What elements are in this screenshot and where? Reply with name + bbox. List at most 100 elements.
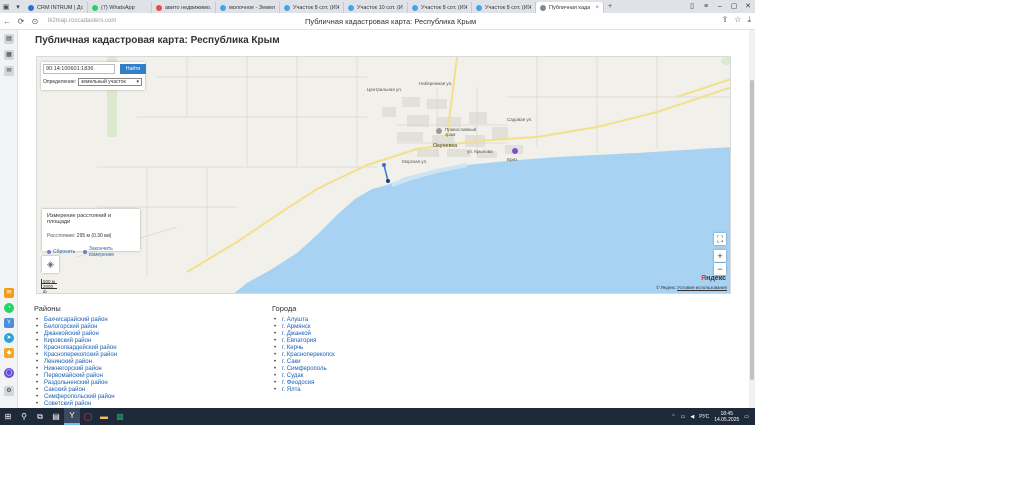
taskbar-app[interactable]: ▬: [96, 408, 112, 425]
alice-icon[interactable]: ◯: [4, 368, 14, 378]
tray-arrow-icon[interactable]: ⌃: [671, 414, 675, 420]
district-link[interactable]: Белогорский район: [34, 324, 117, 331]
church-marker[interactable]: [436, 128, 442, 134]
yandex-icon[interactable]: Y: [4, 318, 14, 328]
menu-icon[interactable]: ≡: [699, 0, 713, 13]
district-link[interactable]: Раздольненский район: [34, 380, 117, 387]
sidebar-calendar-icon[interactable]: ▦: [4, 50, 14, 60]
taskbar-app[interactable]: ▤: [48, 408, 64, 425]
poi-marker[interactable]: [512, 148, 518, 154]
sidebar-app-icon[interactable]: ▤: [4, 34, 14, 44]
share-icon[interactable]: ⇪: [722, 15, 729, 25]
back-icon[interactable]: ←: [0, 17, 14, 26]
start-button[interactable]: ⊞: [0, 408, 16, 425]
district-link[interactable]: Красноперекопский район: [34, 352, 117, 359]
browser-tab[interactable]: Участок 8 сот. (ИЖС: [472, 2, 536, 13]
bookmark-icon[interactable]: ▯: [685, 0, 699, 13]
city-link[interactable]: г. Армянск: [272, 324, 335, 331]
layers-button[interactable]: ◈: [42, 256, 59, 273]
church-label: Православный храм: [445, 127, 477, 137]
minimize-button[interactable]: –: [713, 0, 727, 13]
browser-tab[interactable]: (7) WhatsApp: [88, 2, 152, 13]
browser-tab[interactable]: молочное - Земель...: [216, 2, 280, 13]
definition-select[interactable]: земельный участок ▾: [78, 78, 143, 86]
city-link[interactable]: г. Симферополь: [272, 366, 335, 373]
browser-tab[interactable]: Участок 8 сот. (ИЖС: [280, 2, 344, 13]
tab-favicon-icon: [156, 4, 162, 11]
browser-tab[interactable]: Участок 8 сот. (ИЖ: [408, 2, 472, 13]
cadastral-number-input[interactable]: [43, 64, 115, 74]
city-link[interactable]: г. Феодосия: [272, 380, 335, 387]
browser-tab[interactable]: CRM INTRUM | Дом: [24, 2, 88, 13]
zoom-in-button[interactable]: +: [714, 250, 726, 262]
network-icon[interactable]: ▭: [681, 414, 686, 420]
terms-link[interactable]: Условия использования: [677, 285, 727, 290]
district-link[interactable]: Красногвардейский район: [34, 345, 117, 352]
search-button[interactable]: ⚲: [16, 408, 32, 425]
city-link[interactable]: г. Алушта: [272, 317, 335, 324]
taskbar-app[interactable]: ▩: [112, 408, 128, 425]
map-canvas[interactable]: [37, 57, 731, 294]
cadastral-map[interactable]: Набережная ул. Центральная ул. ул. Крыло…: [36, 56, 731, 294]
telegram-icon[interactable]: ➤: [4, 333, 14, 343]
city-link[interactable]: г. Саки: [272, 359, 335, 366]
measure-end-point[interactable]: [386, 179, 390, 183]
clock[interactable]: 18:45 14.05.2025: [714, 411, 739, 423]
district-link[interactable]: Джанкойский район: [34, 331, 117, 338]
taskbar-app[interactable]: ◯: [80, 408, 96, 425]
tab-list-icon[interactable]: ▾: [12, 0, 24, 13]
restore-button[interactable]: ▢: [727, 0, 741, 13]
city-link[interactable]: г. Ялта: [272, 387, 335, 394]
district-link[interactable]: Сакский район: [34, 387, 117, 394]
city-link[interactable]: г. Джанкой: [272, 331, 335, 338]
find-button[interactable]: Найти: [120, 64, 146, 74]
sidebar-settings-icon[interactable]: ⚙: [4, 386, 14, 396]
whatsapp-icon[interactable]: ◔: [4, 303, 14, 313]
download-icon[interactable]: ⤓: [747, 15, 751, 25]
browser-menu-icon[interactable]: ▣: [0, 0, 12, 13]
task-view-button[interactable]: ⧉: [32, 408, 48, 425]
sidebar-message-icon[interactable]: ✉: [4, 66, 14, 76]
notifications-icon[interactable]: ▭: [744, 414, 749, 420]
url-field[interactable]: lk2map.roscadasters.com: [48, 18, 268, 24]
measure-reset-label: Сбросить: [53, 249, 76, 255]
sidebar-games-icon[interactable]: ◆: [4, 348, 14, 358]
taskbar-app-yandex-browser[interactable]: Y: [64, 408, 80, 425]
scroll-thumb[interactable]: [750, 80, 754, 380]
street-label: Центральная ул.: [367, 87, 403, 92]
favorite-icon[interactable]: ☆: [734, 15, 741, 25]
district-link[interactable]: Кировский район: [34, 338, 117, 345]
yandex-browser-icon: Y: [69, 411, 75, 420]
zoom-out-button[interactable]: −: [714, 263, 726, 275]
city-link[interactable]: г. Красноперекопск: [272, 352, 335, 359]
measure-finish-button[interactable]: Закончить измерение: [83, 246, 135, 258]
browser-tab[interactable]: Участок 10 сот. (ИЖ: [344, 2, 408, 13]
city-link[interactable]: г. Евпатория: [272, 338, 335, 345]
district-link[interactable]: Нижнегорский район: [34, 366, 117, 373]
tab-favicon-icon: [220, 4, 226, 11]
reset-icon: [47, 250, 51, 254]
poi-label: Бриз: [507, 157, 518, 162]
tab-label: авито недвижимо...: [165, 4, 211, 11]
tab-close-icon[interactable]: ×: [595, 5, 599, 11]
yandex-logo: Яндекс: [701, 275, 726, 282]
district-link[interactable]: Ленинский район: [34, 359, 117, 366]
volume-icon[interactable]: ◀: [690, 414, 694, 420]
district-link[interactable]: Бахчисарайский район: [34, 317, 117, 324]
language-indicator[interactable]: РУС: [699, 414, 709, 420]
city-link[interactable]: г. Керчь: [272, 345, 335, 352]
new-tab-button[interactable]: +: [604, 0, 616, 13]
measure-start-point[interactable]: [382, 163, 386, 167]
district-link[interactable]: Первомайский район: [34, 373, 117, 380]
district-link[interactable]: Советский район: [34, 401, 117, 408]
vertical-scrollbar[interactable]: [749, 30, 755, 408]
district-link[interactable]: Симферопольский район: [34, 394, 117, 401]
map-scale: 500 м 2000 ф: [41, 279, 57, 293]
close-button[interactable]: ✕: [741, 0, 755, 13]
city-link[interactable]: г. Судак: [272, 373, 335, 380]
reload-icon[interactable]: ⟳: [14, 17, 28, 26]
fullscreen-button[interactable]: ⛶: [714, 233, 726, 245]
sidebar-mail-icon[interactable]: ✉: [4, 288, 14, 298]
browser-tab[interactable]: Публичная кадастр... ×: [536, 2, 604, 13]
browser-tab[interactable]: авито недвижимо...: [152, 2, 216, 13]
